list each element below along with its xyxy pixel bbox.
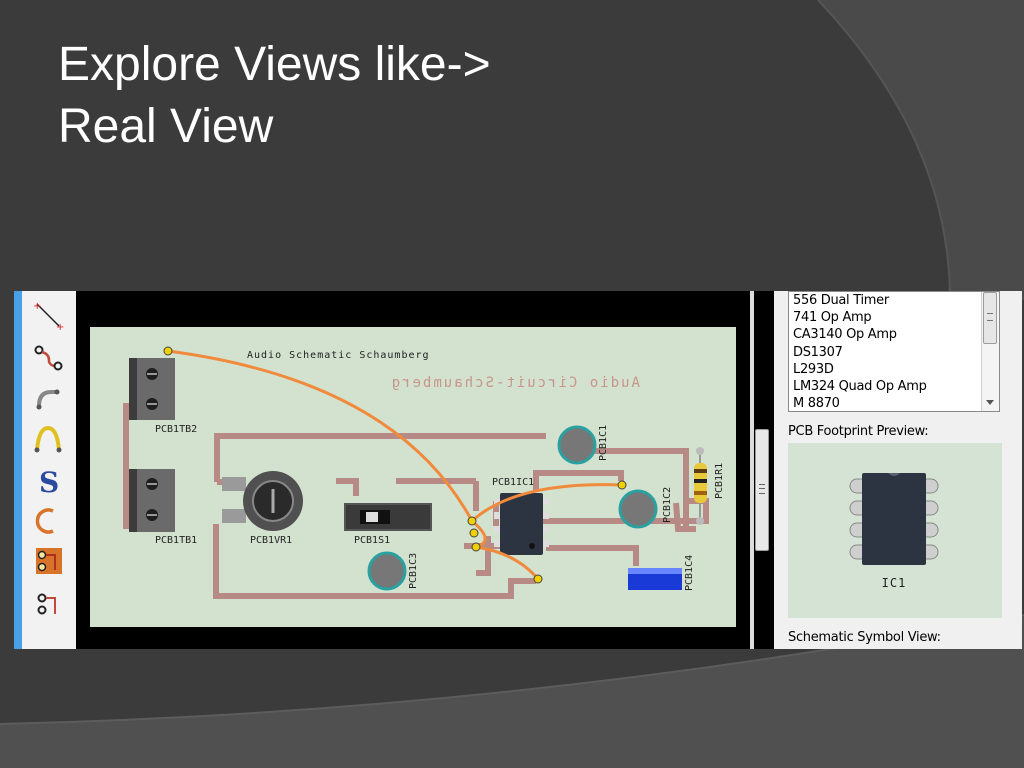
app-screenshot: + + S Audio Schematic Schaumberg Audio C… [14, 291, 1022, 649]
svg-text:S: S [39, 466, 59, 496]
list-item[interactable]: M 8870 [789, 395, 999, 411]
terminal-block-tb1 [129, 469, 175, 532]
parts-panel: 556 Dual Timer 741 Op Amp CA3140 Op Amp … [774, 291, 1022, 649]
list-scrollbar[interactable] [981, 292, 999, 411]
drawing-toolbar: + + S [22, 291, 77, 649]
label-c3: PCB1C3 [408, 553, 419, 589]
list-item[interactable]: 556 Dual Timer [789, 292, 999, 309]
list-item[interactable]: L293D [789, 361, 999, 378]
list-item[interactable]: LM324 Quad Op Amp [789, 378, 999, 395]
electrolytic-c1 [557, 425, 597, 465]
label-c1: PCB1C1 [598, 425, 609, 461]
electrolytic-c3 [367, 551, 407, 591]
schematic-view-label: Schematic Symbol View: [788, 630, 941, 645]
label-r1: PCB1R1 [714, 463, 725, 499]
title-line-2: Real View [58, 100, 274, 153]
list-item[interactable]: 741 Op Amp [789, 309, 999, 326]
label-c2: PCB1C2 [662, 487, 673, 523]
slide-title: Explore Views like-> Real View [58, 34, 491, 158]
wire-tool-icon[interactable] [29, 341, 67, 373]
label-tb1: PCB1TB1 [155, 535, 197, 546]
footprint-preview-label: PCB Footprint Preview: [788, 424, 929, 439]
pad-wire-icon[interactable] [29, 589, 67, 621]
grip-icon [987, 313, 993, 321]
parts-list[interactable]: 556 Dual Timer 741 Op Amp CA3140 Op Amp … [788, 291, 1000, 412]
list-item[interactable]: DS1307 [789, 344, 999, 361]
svg-text:+: + [56, 322, 64, 330]
label-c4: PCB1C4 [684, 555, 695, 591]
label-ic1: PCB1IC1 [492, 477, 534, 488]
panel-splitter-handle[interactable] [755, 429, 769, 551]
electrolytic-c2 [618, 489, 658, 529]
title-line-1: Explore Views like-> [58, 38, 491, 91]
capacitor-c4 [628, 568, 682, 590]
scroll-down-arrow-icon[interactable] [986, 400, 994, 405]
list-item[interactable]: CA3140 Op Amp [789, 326, 999, 343]
bend-wire-icon[interactable] [29, 383, 67, 415]
pad-trace-icon[interactable] [29, 545, 67, 577]
scrollbar-thumb[interactable] [983, 292, 997, 344]
board-title-text: Audio Schematic Schaumberg [247, 350, 430, 361]
svg-text:+: + [33, 301, 41, 312]
pcb-real-view-canvas[interactable]: Audio Schematic Schaumberg Audio Circuit… [76, 291, 750, 649]
grip-icon [759, 484, 765, 494]
s-curve-icon[interactable]: S [29, 465, 67, 497]
label-vr1: PCB1VR1 [250, 535, 292, 546]
label-tb2: PCB1TB2 [155, 424, 197, 435]
arc-tool-icon[interactable] [29, 505, 67, 537]
terminal-block-tb2 [129, 358, 175, 420]
mirrored-silkscreen-text: Audio Circuit-Schaumberg [390, 375, 640, 391]
panel-separator [750, 291, 754, 649]
line-tool-icon[interactable]: + + [29, 299, 67, 331]
label-s1: PCB1S1 [354, 535, 390, 546]
ic-footprint-icon [849, 473, 939, 565]
window-accent-bar [14, 291, 22, 649]
switch-s1 [344, 503, 432, 531]
jumper-wire-icon[interactable] [29, 423, 67, 455]
footprint-preview: IC1 [788, 443, 1002, 618]
footprint-part-label: IC1 [882, 576, 907, 590]
